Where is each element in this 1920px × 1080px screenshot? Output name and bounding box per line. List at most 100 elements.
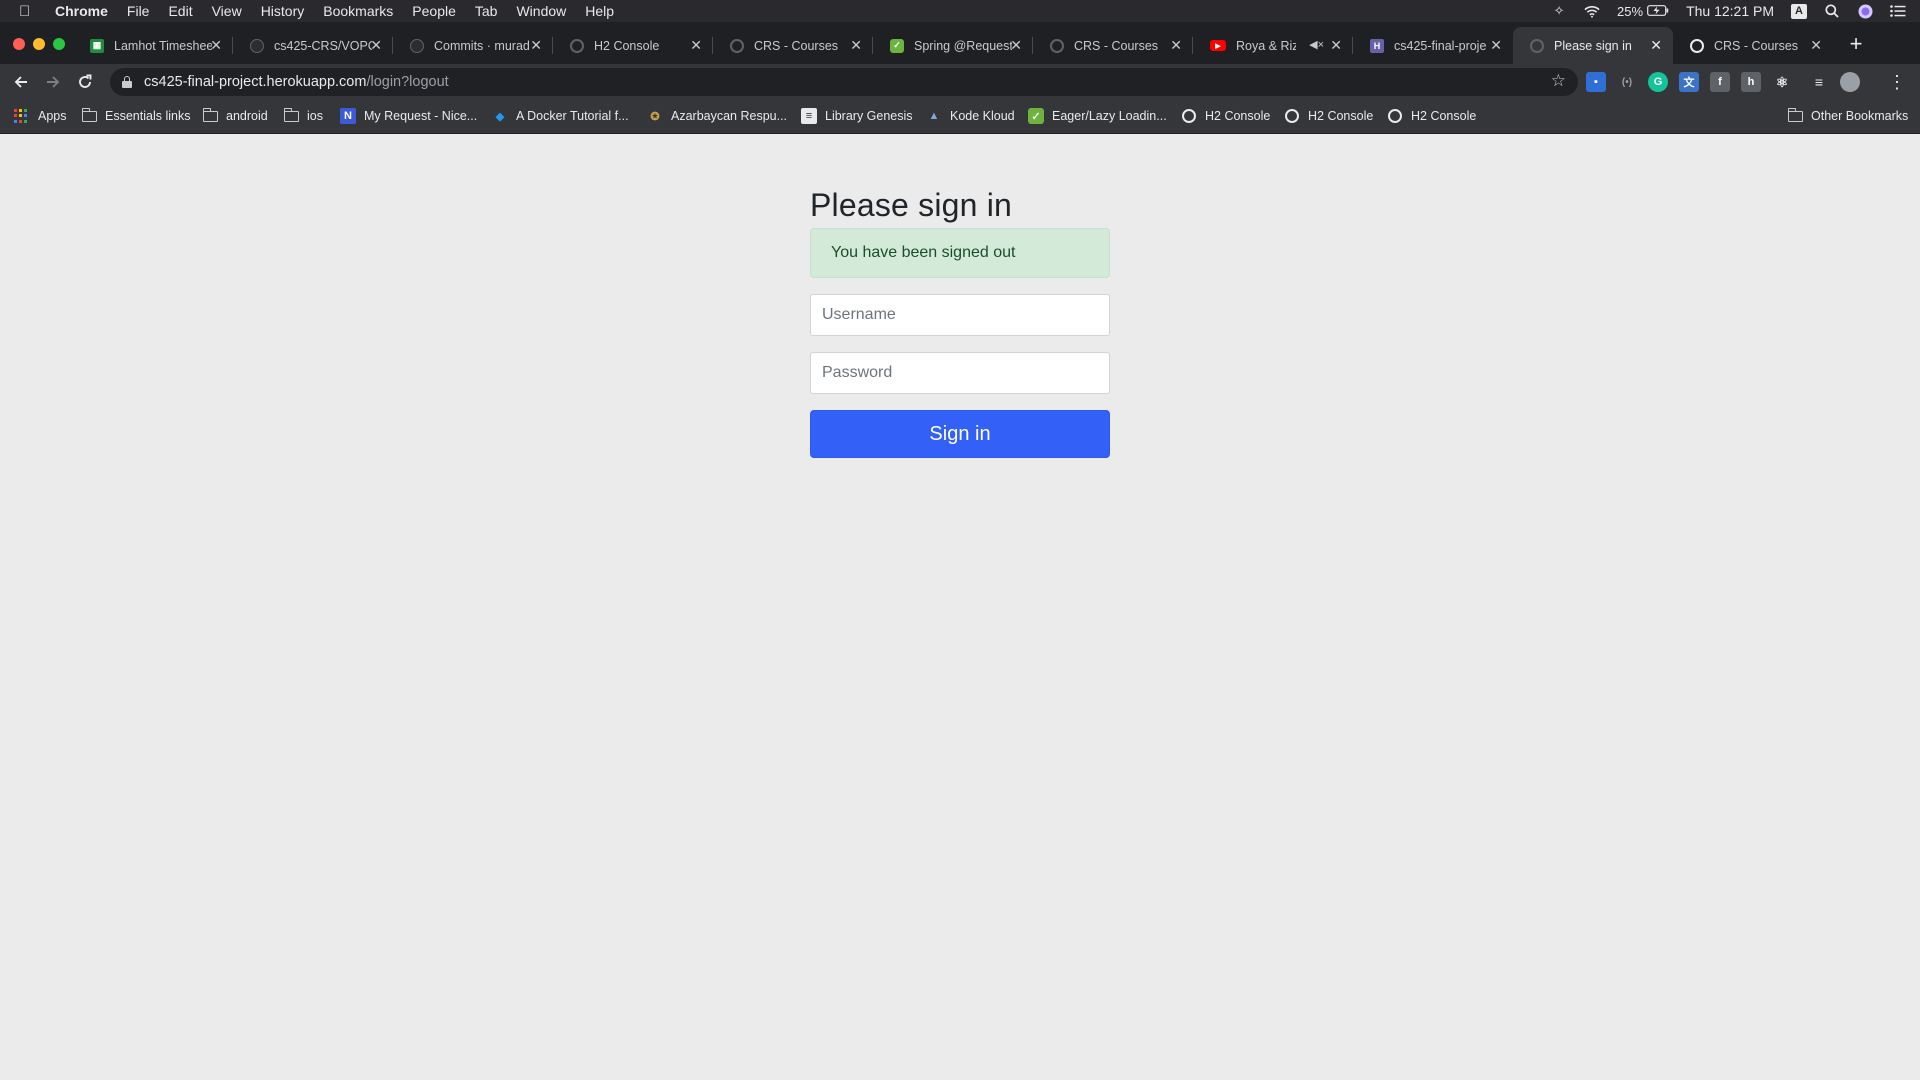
tab-close-icon[interactable]: ✕ [1810, 38, 1822, 52]
tab-please-sign-in[interactable]: Please sign in ✕ [1513, 27, 1673, 64]
tab-close-icon[interactable]: ✕ [1330, 38, 1342, 52]
page-title: Please sign in [810, 187, 1013, 223]
menu-tab[interactable]: Tab [475, 3, 498, 19]
bookmark-library-genesis[interactable]: ≡ Library Genesis [801, 100, 913, 132]
extensions-area: ▪ (•) G 文 f h ⚛ ≡ [1586, 71, 1860, 93]
tab-close-icon[interactable]: ✕ [1490, 38, 1502, 52]
github-icon [250, 38, 264, 53]
bookmark-label: Apps [38, 109, 67, 123]
menu-people[interactable]: People [412, 3, 456, 19]
kodekloud-icon: ▲ [928, 110, 940, 122]
github-icon [410, 38, 424, 53]
lock-icon[interactable] [122, 76, 132, 88]
bookmark-kode-kloud[interactable]: ▲ Kode Kloud [926, 100, 1015, 132]
window-close-button[interactable] [13, 38, 25, 50]
globe-icon [1050, 38, 1064, 53]
profile-avatar[interactable] [1840, 72, 1860, 92]
bookmark-label: Other Bookmarks [1811, 109, 1909, 123]
menu-file[interactable]: File [127, 3, 150, 19]
menu-app-chrome[interactable]: Chrome [55, 3, 108, 19]
menu-view[interactable]: View [212, 3, 242, 19]
bookmark-h2-console[interactable]: H2 Console [1182, 100, 1270, 132]
globe-icon [1285, 109, 1299, 123]
window-minimize-button[interactable] [33, 38, 45, 50]
spotlight-search-icon[interactable] [1824, 3, 1840, 19]
notification-center-icon[interactable] [1890, 3, 1906, 19]
password-input[interactable] [810, 352, 1110, 394]
extension-1-icon[interactable]: ▪ [1586, 72, 1606, 92]
menu-help[interactable]: Help [585, 3, 614, 19]
bookmark-my-request[interactable]: N My Request - Nice... [340, 100, 477, 132]
forward-button[interactable] [41, 70, 65, 94]
tab-close-icon[interactable]: ✕ [210, 38, 222, 52]
tab-spring-requestbody[interactable]: ✓ Spring @RequestB ✕ [873, 27, 1033, 64]
other-bookmarks-folder[interactable]: Other Bookmarks [1787, 100, 1909, 132]
media-controls-icon[interactable]: ≡ [1809, 72, 1829, 92]
tab-crs-courses[interactable]: CRS - Courses ✕ [1033, 27, 1193, 64]
tab-h2-console[interactable]: H2 Console ✕ [553, 27, 713, 64]
bookmark-h2-console[interactable]: H2 Console [1285, 100, 1373, 132]
bookmark-folder-essentials[interactable]: Essentials links [81, 100, 190, 132]
globe-icon [730, 38, 744, 53]
globe-icon [1182, 109, 1196, 123]
window-zoom-button[interactable] [53, 38, 65, 50]
tab-github-vopc[interactable]: cs425-CRS/VOPC ✕ [233, 27, 393, 64]
bookmark-folder-android[interactable]: android [202, 100, 268, 132]
bookmark-eager-lazy[interactable]: ✓ Eager/Lazy Loadin... [1028, 100, 1167, 132]
menu-edit[interactable]: Edit [168, 3, 192, 19]
tab-close-icon[interactable]: ✕ [850, 38, 862, 52]
back-button[interactable] [9, 70, 33, 94]
bookmark-docker-tutorial[interactable]: ◆ A Docker Tutorial f... [492, 100, 629, 132]
bookmark-label: Eager/Lazy Loadin... [1052, 109, 1167, 123]
bookmark-label: H2 Console [1205, 109, 1271, 123]
folder-icon [81, 107, 97, 122]
menu-window[interactable]: Window [516, 3, 566, 19]
grammarly-icon[interactable]: G [1648, 72, 1668, 92]
wifi-icon[interactable] [1584, 3, 1600, 19]
tab-github-commits[interactable]: Commits · murad ✕ [393, 27, 553, 64]
apple-icon[interactable]:  [19, 3, 37, 20]
menubar-clock[interactable]: Thu 12:21 PM [1686, 3, 1774, 19]
input-source-icon[interactable]: A [1791, 3, 1807, 19]
extension-2-icon[interactable]: (•) [1617, 72, 1637, 92]
tab-timesheet[interactable]: ▦ Lamhot Timesheet ✕ [73, 27, 233, 64]
tab-close-icon[interactable]: ✕ [370, 38, 382, 52]
tab-audio-muted-icon[interactable]: ◀× [1309, 38, 1324, 51]
sign-in-button[interactable]: Sign in [810, 410, 1110, 458]
translate-icon[interactable]: 文 [1679, 72, 1699, 92]
url-host: cs425-final-project.herokuapp.com [144, 74, 367, 90]
menu-history[interactable]: History [261, 3, 305, 19]
address-bar[interactable]: cs425-final-project.herokuapp.com/login?… [110, 68, 1578, 96]
tab-title: Roya & Rizvan [1236, 38, 1296, 53]
tab-close-icon[interactable]: ✕ [690, 38, 702, 52]
reload-button[interactable] [73, 70, 97, 94]
tab-close-icon[interactable]: ✕ [1650, 38, 1662, 52]
tab-youtube-roya[interactable]: ▶ Roya & Rizvan ◀× ✕ [1193, 27, 1353, 64]
extension-5-icon[interactable]: f [1710, 72, 1730, 92]
tab-heroku-app[interactable]: H cs425-final-proje ✕ [1353, 27, 1513, 64]
chrome-menu-icon[interactable]: ⋮ [1888, 70, 1906, 94]
bookmark-star-icon[interactable]: ☆ [1551, 71, 1566, 91]
username-input[interactable] [810, 294, 1110, 336]
siri-icon[interactable] [1857, 3, 1873, 19]
network-icon[interactable]: ✧ [1551, 3, 1567, 19]
battery-status[interactable]: 25% [1617, 3, 1669, 19]
library-icon: ≡ [801, 108, 817, 124]
bookmark-azarbaycan[interactable]: ✪ Azarbaycan Respu... [647, 100, 787, 132]
tab-crs-courses[interactable]: CRS - Courses ✕ [713, 27, 873, 64]
tab-crs-courses[interactable]: CRS - Courses ✕ [1673, 27, 1833, 64]
tab-close-icon[interactable]: ✕ [1010, 38, 1022, 52]
macos-menu-bar:  Chrome File Edit View History Bookmark… [0, 0, 1920, 22]
menu-bookmarks[interactable]: Bookmarks [323, 3, 393, 19]
bookmark-h2-console[interactable]: H2 Console [1388, 100, 1476, 132]
tab-close-icon[interactable]: ✕ [530, 38, 542, 52]
globe-icon [570, 38, 584, 53]
new-tab-button[interactable]: + [1844, 33, 1868, 57]
tab-close-icon[interactable]: ✕ [1170, 38, 1182, 52]
bookmarks-bar: Apps Essentials links android ios N My R… [0, 100, 1920, 134]
bookmark-apps[interactable]: Apps [14, 100, 67, 132]
bookmark-folder-ios[interactable]: ios [283, 100, 323, 132]
react-devtools-icon[interactable]: ⚛ [1772, 72, 1792, 92]
docker-icon: ◆ [495, 110, 505, 123]
extension-6-icon[interactable]: h [1741, 72, 1761, 92]
